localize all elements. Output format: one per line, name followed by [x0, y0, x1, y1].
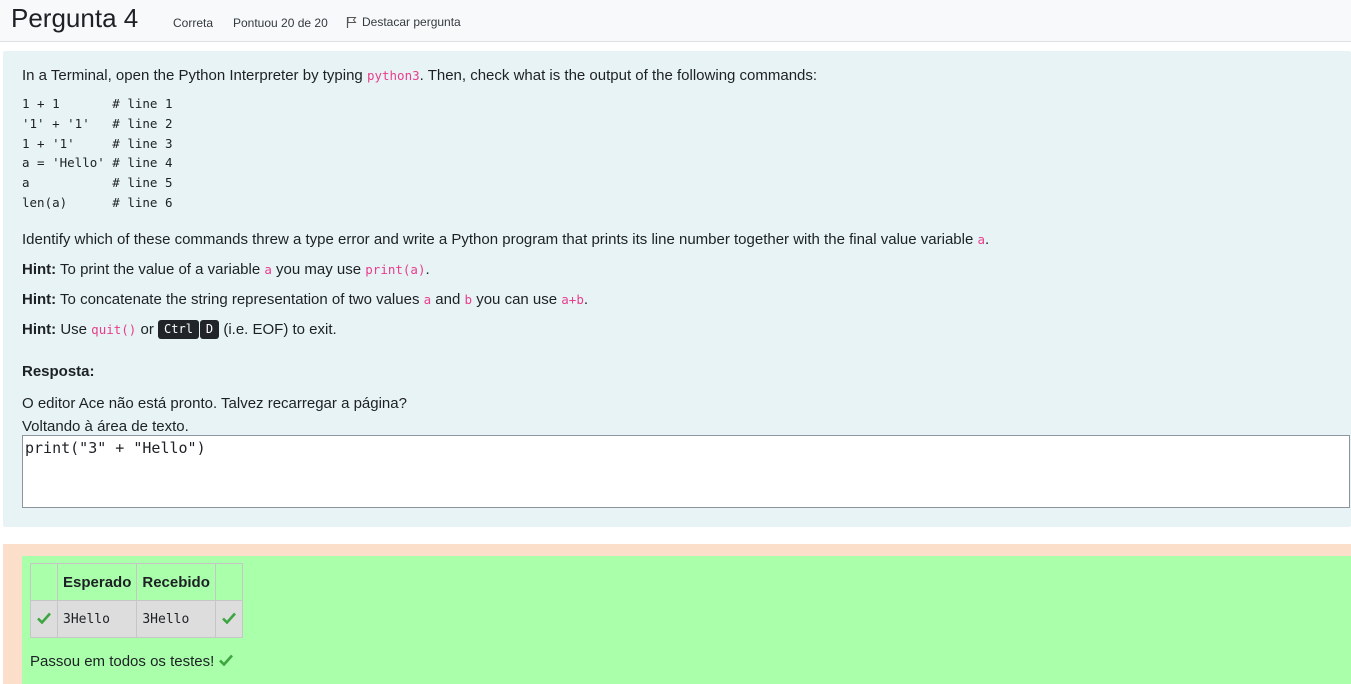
- command-line: a # line 5: [22, 175, 173, 191]
- answer-label: Resposta:: [22, 363, 95, 380]
- question-formulation: In a Terminal, open the Python Interpret…: [3, 51, 1351, 527]
- ace-warning: O editor Ace não está pronto. Talvez rec…: [22, 395, 407, 435]
- answer-textarea[interactable]: [22, 435, 1350, 508]
- task-paragraph: Identify which of these commands threw a…: [22, 231, 990, 248]
- check-icon: [30, 600, 58, 638]
- question-score: Pontuou 20 de 20: [233, 16, 328, 30]
- received-cell: 3Hello: [136, 600, 216, 638]
- hint-2: Hint: To concatenate the string represen…: [22, 291, 589, 308]
- header-cell: [30, 563, 58, 601]
- flag-question-link[interactable]: Destacar pergunta: [346, 15, 461, 29]
- command-line: 1 + 1 # line 1: [22, 96, 173, 111]
- command-line: 1 + '1' # line 3: [22, 135, 173, 151]
- command-line: '1' + '1' # line 2: [22, 115, 173, 131]
- results-table: Esperado Recebido 3Hello 3Hello: [30, 563, 243, 638]
- commands-block: 1 + 1 # line 1 '1' + '1' # line 2 1 + '1…: [22, 94, 173, 213]
- test-outcome: Esperado Recebido 3Hello 3Hello Passou e…: [3, 544, 1351, 684]
- command-line: len(a) # line 6: [22, 194, 173, 210]
- check-icon: [219, 653, 234, 670]
- question-title: Pergunta 4: [11, 3, 139, 33]
- header-cell: [214, 563, 243, 601]
- hint-3: Hint: Use quit() or Ctrl D (i.e. EOF) to …: [22, 320, 337, 339]
- passed-message: Passou em todos os testes!: [30, 653, 215, 670]
- intro-paragraph: In a Terminal, open the Python Interpret…: [22, 67, 818, 84]
- test-results-panel: Esperado Recebido 3Hello 3Hello Passou e…: [22, 556, 1351, 684]
- kbd-ctrl: Ctrl: [158, 320, 199, 339]
- expected-cell: 3Hello: [56, 600, 138, 638]
- question-status: Correta: [173, 16, 214, 30]
- flag-label: Destacar pergunta: [362, 15, 461, 29]
- flag-icon: [346, 16, 357, 28]
- hint-1: Hint: To print the value of a variable a…: [22, 261, 430, 278]
- check-icon: [214, 600, 243, 638]
- inline-code: python3: [366, 68, 420, 83]
- header-received: Recebido: [136, 563, 216, 601]
- kbd-d: D: [199, 320, 220, 339]
- header-expected: Esperado: [56, 563, 138, 601]
- table-row: 3Hello 3Hello: [30, 600, 243, 638]
- question-header: Pergunta 4 Correta Pontuou 20 de 20 Dest…: [0, 0, 1351, 42]
- all-tests-passed: Passou em todos os testes!: [30, 653, 234, 670]
- inline-code: a: [977, 232, 986, 247]
- command-line: a = 'Hello' # line 4: [22, 155, 173, 171]
